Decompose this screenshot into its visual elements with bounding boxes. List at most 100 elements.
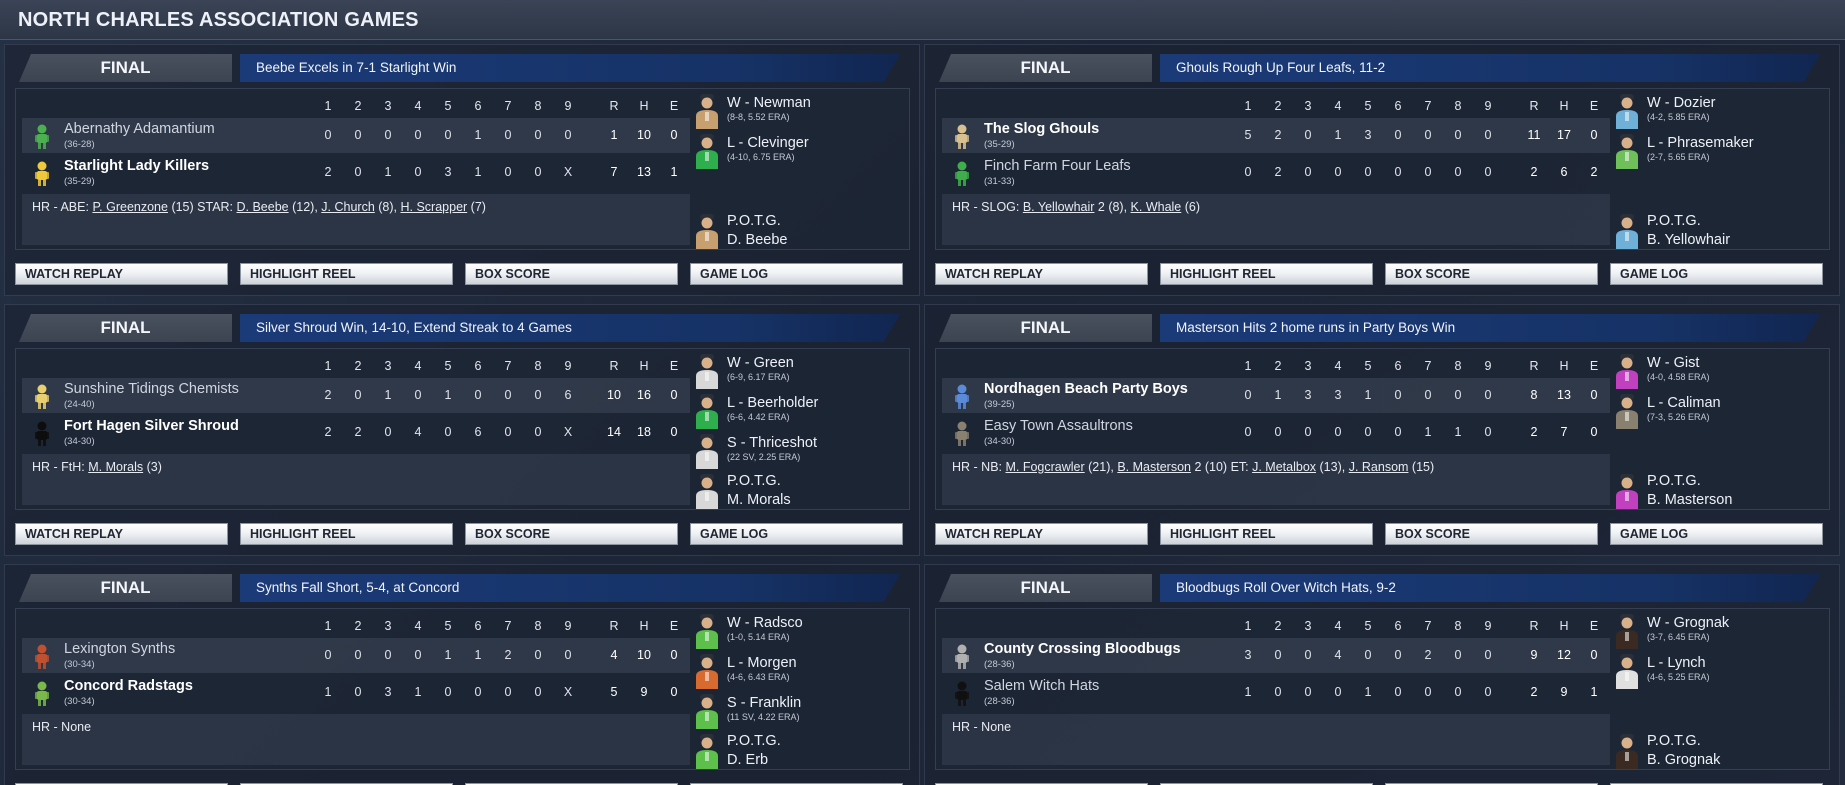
game-card: FINAL Masterson Hits 2 home runs in Party… [924,304,1840,556]
pitcher-entry[interactable]: L - Caliman (7-3, 5.26 ERA) [1614,393,1828,429]
team-name[interactable]: Salem Witch Hats [984,678,1099,694]
inning-score: 1 [384,165,392,179]
player-link[interactable]: M. Fogcrawler [1005,460,1084,474]
player-link[interactable]: B. Masterson [1117,460,1191,474]
total-errors: 0 [670,128,678,142]
player-avatar [1614,353,1640,389]
hr-label: HR - ABE: [32,200,93,214]
player-of-the-game[interactable]: P.O.T.G. B. Masterson [1614,473,1828,509]
team-name[interactable]: County Crossing Bloodbugs [984,641,1181,657]
watch-replay-button[interactable]: WATCH REPLAY [935,523,1148,545]
total-hits: 18 [637,425,651,439]
inning-header: 5 [444,359,452,373]
linescore: 1 2 3 4 5 6 7 8 9 R H E County Crossing Bloodbugs (28… [942,613,1610,765]
inning-score: 0 [504,388,512,402]
totals-header: H [639,359,649,373]
player-link[interactable]: P. Greenzone [92,200,168,214]
box-score-button[interactable]: BOX SCORE [465,263,678,285]
team-name[interactable]: Easy Town Assaultrons [984,418,1133,434]
inning-score: 2 [324,388,332,402]
hr-label: HR - None [32,720,92,734]
pitcher-entry[interactable]: W - Grognak (3-7, 6.45 ERA) [1614,613,1828,649]
player-link[interactable]: B. Yellowhair [1023,200,1095,214]
team-name[interactable]: Starlight Lady Killers [64,158,209,174]
player-link[interactable]: K. Whale [1131,200,1182,214]
box-score-button[interactable]: BOX SCORE [1385,263,1598,285]
watch-replay-button[interactable]: WATCH REPLAY [935,263,1148,285]
game-card: FINAL Bloodbugs Roll Over Witch Hats, 9-2… [924,564,1840,785]
team-record: (30-34) [64,696,95,707]
team-name[interactable]: Concord Radstags [64,678,193,694]
player-link[interactable]: J. Church [321,200,375,214]
linescore: 1 2 3 4 5 6 7 8 9 R H E Nordhagen Beach Party Boys (3… [942,353,1610,505]
team-name[interactable]: Lexington Synths [64,641,175,657]
player-of-the-game[interactable]: P.O.T.G. B. Yellowhair [1614,213,1828,249]
game-log-button[interactable]: GAME LOG [1610,263,1823,285]
inning-header: 5 [1364,619,1372,633]
team-name[interactable]: Abernathy Adamantium [64,121,215,137]
inning-header: 7 [504,619,512,633]
watch-replay-button[interactable]: WATCH REPLAY [15,263,228,285]
player-link[interactable]: H. Scrapper [400,200,467,214]
hr-label: (15) [1408,460,1435,474]
hr-label: HR - NB: [952,460,1006,474]
inning-header: 9 [1484,99,1492,113]
total-runs: 2 [1530,425,1538,439]
inning-score: 0 [384,128,392,142]
game-card: FINAL Silver Shroud Win, 14-10, Extend St… [4,304,920,556]
pitcher-entry[interactable]: L - Lynch (4-6, 5.25 ERA) [1614,653,1828,689]
hr-label: (13), [1316,460,1349,474]
hr-label: (21), [1084,460,1118,474]
team-name[interactable]: Finch Farm Four Leafs [984,158,1131,174]
highlight-reel-button[interactable]: HIGHLIGHT REEL [1160,523,1373,545]
pitcher-entry[interactable]: S - Thriceshot (22 SV, 2.25 ERA) [694,433,908,469]
highlight-reel-button[interactable]: HIGHLIGHT REEL [240,263,453,285]
player-of-the-game[interactable]: P.O.T.G. M. Morals [694,473,908,509]
player-of-the-game[interactable]: P.O.T.G. B. Grognak [1614,733,1828,769]
box-score-button[interactable]: BOX SCORE [1385,523,1598,545]
team-record: (31-33) [984,176,1015,187]
watch-replay-button[interactable]: WATCH REPLAY [15,523,228,545]
inning-score: 0 [414,648,422,662]
highlight-reel-button[interactable]: HIGHLIGHT REEL [1160,263,1373,285]
inning-score: 0 [1274,648,1282,662]
inning-score: 0 [354,648,362,662]
pitcher-name: L - Morgen [727,655,797,671]
pitcher-entry[interactable]: W - Green (6-9, 6.17 ERA) [694,353,908,389]
inning-score: 0 [384,648,392,662]
pitcher-entry[interactable]: W - Radsco (1-0, 5.14 ERA) [694,613,908,649]
box-score-button[interactable]: BOX SCORE [465,523,678,545]
pitcher-entry[interactable]: L - Morgen (4-6, 6.43 ERA) [694,653,908,689]
pitcher-entry[interactable]: S - Franklin (11 SV, 4.22 ERA) [694,693,908,729]
pitcher-entry[interactable]: L - Beerholder (6-6, 4.42 ERA) [694,393,908,429]
total-runs: 10 [607,388,621,402]
player-link[interactable]: M. Morals [88,460,143,474]
pitcher-stats: (2-7, 5.65 ERA) [1647,152,1710,162]
inning-score: 0 [414,165,422,179]
team-name[interactable]: Fort Hagen Silver Shroud [64,418,239,434]
inning-score: 0 [444,425,452,439]
game-log-button[interactable]: GAME LOG [1610,523,1823,545]
pitcher-entry[interactable]: W - Gist (4-0, 4.58 ERA) [1614,353,1828,389]
player-link[interactable]: J. Metalbox [1252,460,1316,474]
player-of-the-game[interactable]: P.O.T.G. D. Erb [694,733,908,769]
inning-score: 0 [564,128,572,142]
pitcher-entry[interactable]: L - Phrasemaker (2-7, 5.65 ERA) [1614,133,1828,169]
pitcher-stats: (4-0, 4.58 ERA) [1647,372,1710,382]
team-name[interactable]: Nordhagen Beach Party Boys [984,381,1188,397]
pitcher-entry[interactable]: L - Clevinger (4-10, 6.75 ERA) [694,133,908,169]
team-name[interactable]: The Slog Ghouls [984,121,1099,137]
pitcher-entry[interactable]: W - Dozier (4-2, 5.85 ERA) [1614,93,1828,129]
inning-header: 7 [504,99,512,113]
highlight-reel-button[interactable]: HIGHLIGHT REEL [240,523,453,545]
pitcher-decisions: W - Green (6-9, 6.17 ERA) L - Beerholder (6… [694,349,908,509]
pitcher-entry[interactable]: W - Newman (8-8, 5.52 ERA) [694,93,908,129]
game-log-button[interactable]: GAME LOG [690,263,903,285]
player-of-the-game[interactable]: P.O.T.G. D. Beebe [694,213,908,249]
player-link[interactable]: J. Ransom [1349,460,1409,474]
totals-header: E [669,619,679,633]
team-name[interactable]: Sunshine Tidings Chemists [64,381,239,397]
game-log-button[interactable]: GAME LOG [690,523,903,545]
inning-score: 0 [474,685,482,699]
player-link[interactable]: D. Beebe [237,200,289,214]
